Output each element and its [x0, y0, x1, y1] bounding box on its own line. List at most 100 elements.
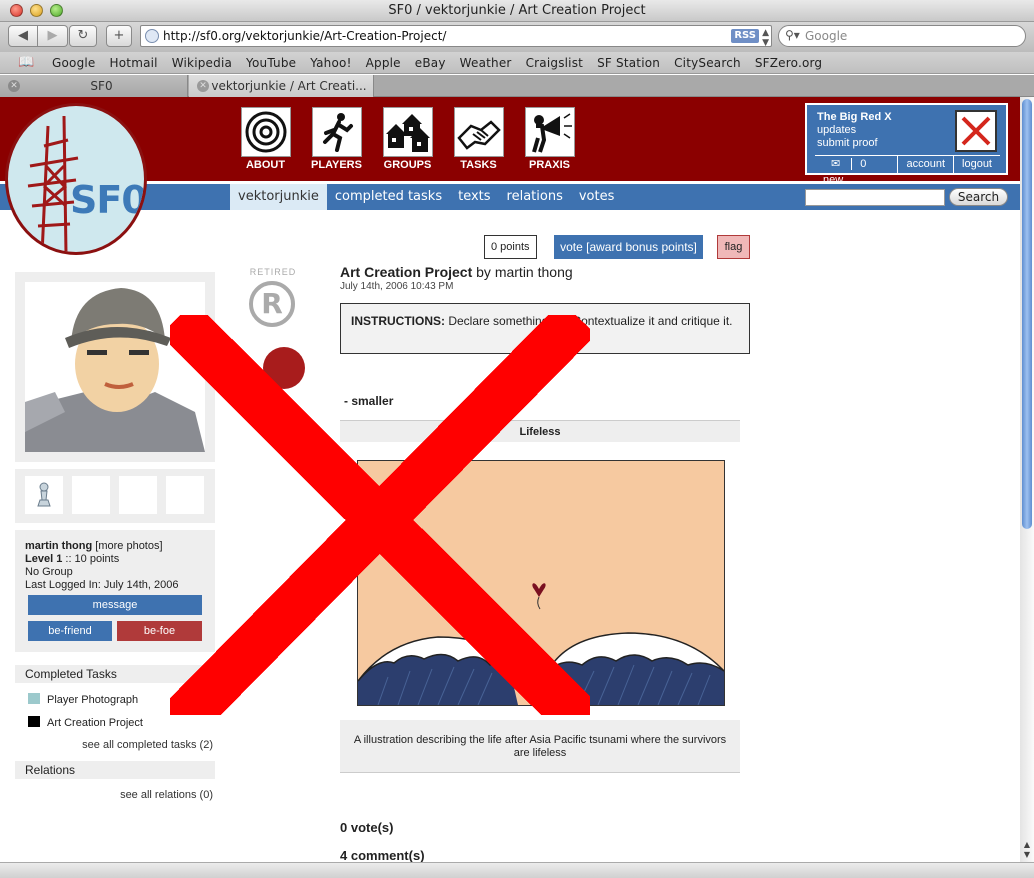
profile-photo-frame: [15, 272, 215, 462]
site-header: ABOUT PLAYERS GROUPS TASKS PRAXIS The Bi…: [0, 97, 1020, 186]
site-search-input[interactable]: [805, 189, 945, 206]
bookmark-item[interactable]: Wikipedia: [172, 56, 232, 70]
message-button[interactable]: message: [28, 595, 202, 615]
vertical-scrollbar[interactable]: ▲ ▼: [1020, 97, 1034, 862]
chevron-down-icon[interactable]: ▲ ▼: [762, 28, 769, 48]
bookmark-item[interactable]: Hotmail: [110, 56, 158, 70]
tab-label: SF0: [90, 79, 113, 93]
see-all-completed-tasks-link[interactable]: see all completed tasks (2): [15, 739, 213, 751]
red-seal-badge: [263, 347, 305, 389]
task-color-swatch: [28, 716, 40, 727]
back-button[interactable]: ◀: [8, 25, 38, 47]
horizontal-scrollbar[interactable]: [0, 862, 1034, 878]
nav-players[interactable]: PLAYERS: [301, 107, 372, 171]
close-tab-icon[interactable]: ✕: [8, 80, 20, 92]
profile-photo[interactable]: [25, 282, 205, 452]
tab-bar: ✕ SF0 ✕ vektorjunkie / Art Creati...: [0, 75, 1034, 97]
handshake-icon: [453, 107, 504, 157]
scrollbar-thumb[interactable]: [1022, 99, 1032, 529]
thumbnail-pawn[interactable]: [25, 476, 63, 514]
task-title-link[interactable]: Art Creation Project: [340, 264, 472, 280]
bookmark-item[interactable]: YouTube: [246, 56, 296, 70]
book-icon[interactable]: 📖: [18, 55, 34, 70]
more-photos-link[interactable]: [more photos]: [95, 540, 162, 552]
author-byline[interactable]: by martin thong: [476, 264, 573, 280]
search-field[interactable]: ⚲▾ Google: [778, 25, 1026, 47]
back-arrow-icon: ◀: [18, 28, 28, 43]
inbox-link[interactable]: ✉ 0 new: [815, 156, 899, 186]
points-badge: 0 points: [484, 235, 537, 259]
logout-link[interactable]: logout: [954, 156, 1000, 173]
forward-button[interactable]: ▶: [38, 25, 68, 47]
befoe-button[interactable]: be-foe: [117, 621, 202, 641]
page-content: ABOUT PLAYERS GROUPS TASKS PRAXIS The Bi…: [0, 97, 1020, 862]
befriend-button[interactable]: be-friend: [28, 621, 112, 641]
thumbnail-empty[interactable]: [166, 476, 204, 514]
updates-link[interactable]: updates: [817, 124, 856, 136]
bookmark-item[interactable]: Craigslist: [526, 56, 584, 70]
bigx-title[interactable]: The Big Red X: [817, 111, 892, 123]
tab-sf0[interactable]: ✕ SF0: [0, 75, 188, 97]
thumbnail-empty[interactable]: [119, 476, 157, 514]
instructions-text: Declare something art. Contextualize it …: [448, 314, 733, 328]
bookmark-item[interactable]: Weather: [460, 56, 512, 70]
sf0-logo[interactable]: SF0: [5, 103, 147, 255]
big-red-x-panel: The Big Red X updates submit proof ✉ 0 n…: [805, 103, 1008, 186]
reload-icon: ↻: [77, 28, 89, 43]
task-color-swatch: [28, 693, 40, 704]
level-value: 1: [56, 553, 63, 565]
nav-about[interactable]: ABOUT: [230, 107, 301, 171]
submit-proof-link[interactable]: submit proof: [817, 137, 878, 149]
close-tab-icon[interactable]: ✕: [197, 80, 209, 92]
subnav-texts[interactable]: texts: [450, 184, 498, 210]
bookmark-item[interactable]: Yahoo!: [310, 56, 351, 70]
add-bookmark-button[interactable]: +: [106, 25, 132, 47]
photo-thumbnails: [15, 469, 215, 523]
nav-groups[interactable]: GROUPS: [372, 107, 443, 171]
nav-label: ABOUT: [245, 159, 286, 171]
tab-art-creation[interactable]: ✕ vektorjunkie / Art Creati...: [189, 75, 374, 97]
browser-toolbar: ◀ ▶ ↻ + http://sf0.org/vektorjunkie/Art-…: [0, 22, 1034, 52]
site-search-button[interactable]: Search: [949, 188, 1008, 206]
bookmark-item[interactable]: Google: [52, 56, 96, 70]
account-link[interactable]: account: [898, 156, 955, 173]
address-bar[interactable]: http://sf0.org/vektorjunkie/Art-Creation…: [140, 25, 772, 48]
target-icon: [240, 107, 291, 157]
rss-button[interactable]: RSS: [731, 29, 759, 43]
site-icon: [145, 29, 159, 43]
plus-icon: +: [113, 28, 125, 43]
subnav-completed-tasks[interactable]: completed tasks: [327, 184, 450, 210]
votes-count: 0 vote(s): [340, 820, 394, 835]
retired-text: RETIRED: [249, 267, 297, 277]
artwork-image[interactable]: [357, 460, 725, 706]
bookmark-item[interactable]: eBay: [415, 56, 446, 70]
completed-task-item[interactable]: Player Photograph: [28, 693, 138, 706]
browser-window: SF0 / vektorjunkie / Art Creation Projec…: [0, 0, 1034, 878]
title-bar: SF0 / vektorjunkie / Art Creation Projec…: [0, 0, 1034, 22]
see-all-relations-link[interactable]: see all relations (0): [15, 789, 213, 801]
vote-button[interactable]: vote [award bonus points]: [554, 235, 703, 259]
nav-praxis[interactable]: PRAXIS: [514, 107, 585, 171]
bookmark-item[interactable]: SFZero.org: [755, 56, 822, 70]
sub-navigation-bar: vektorjunkie completed tasks texts relat…: [0, 184, 1020, 210]
flag-button[interactable]: flag: [717, 235, 750, 259]
subnav-relations[interactable]: relations: [499, 184, 571, 210]
reload-button[interactable]: ↻: [69, 25, 97, 47]
bookmark-item[interactable]: Apple: [366, 56, 401, 70]
url-text[interactable]: http://sf0.org/vektorjunkie/Art-Creation…: [163, 29, 446, 43]
player-name[interactable]: martin thong: [25, 540, 92, 552]
bookmarks-bar: 📖 Google Hotmail Wikipedia YouTube Yahoo…: [0, 52, 1034, 74]
bookmark-item[interactable]: SF Station: [597, 56, 660, 70]
red-x-icon[interactable]: [955, 110, 997, 152]
nav-label: GROUPS: [383, 159, 432, 171]
bookmark-item[interactable]: CitySearch: [674, 56, 741, 70]
scroll-arrows[interactable]: ▲ ▼: [1021, 840, 1033, 860]
completed-task-item[interactable]: Art Creation Project: [28, 716, 143, 729]
thumbnail-empty[interactable]: [72, 476, 110, 514]
comments-count[interactable]: 4 comment(s): [340, 848, 425, 862]
subnav-vektorjunkie[interactable]: vektorjunkie: [230, 184, 327, 210]
forward-arrow-icon: ▶: [47, 28, 58, 43]
nav-tasks[interactable]: TASKS: [443, 107, 514, 171]
subnav-votes[interactable]: votes: [571, 184, 623, 210]
smaller-link[interactable]: - smaller: [344, 394, 393, 408]
